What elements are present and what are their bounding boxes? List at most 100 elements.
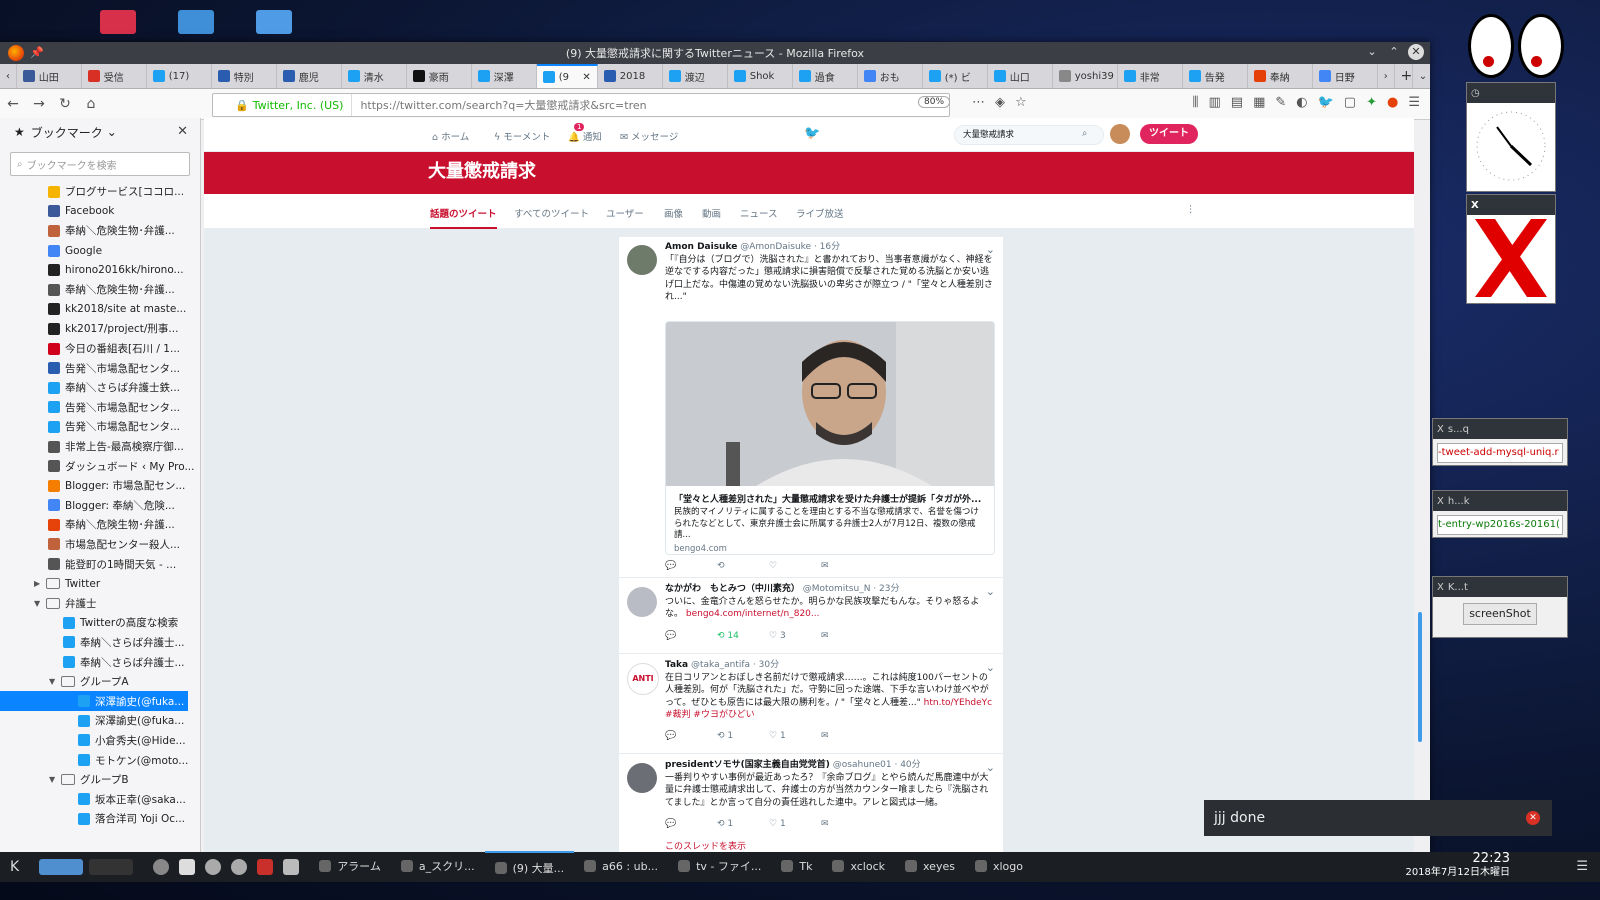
bookmark-item[interactable]: 告発＼市場急配センタ...	[0, 417, 200, 437]
home-button[interactable]: ⌂	[78, 96, 104, 112]
tweet-item[interactable]: ANTI Taka @taka_antifa · 30分 在日コリアンとおぼしき…	[619, 655, 1003, 754]
bookmark-item[interactable]: 奉納＼さらば弁護士...	[0, 633, 200, 653]
side-window-2-titlebar[interactable]: Xh...k	[1433, 491, 1567, 511]
retweet-icon[interactable]: ⟲ 14	[717, 631, 769, 641]
like-icon[interactable]: ♡ 1	[769, 731, 821, 741]
reload-button[interactable]: ↻	[52, 96, 78, 112]
side-window-1-titlebar[interactable]: Xs...q	[1433, 419, 1567, 439]
browser-tab[interactable]: yoshi39	[1053, 64, 1118, 88]
tree-arrow-icon[interactable]: ▼	[34, 599, 46, 608]
bookmark-item[interactable]: 今日の番組表[石川 / 1...	[0, 339, 200, 359]
taskbar-item[interactable]: xclock	[822, 851, 895, 881]
browser-tab[interactable]: (17)	[147, 64, 212, 88]
workspace-pager[interactable]	[29, 852, 143, 882]
extension-clipboard-icon[interactable]: ▢	[1344, 95, 1356, 110]
search-tab[interactable]: ユーザー	[606, 206, 644, 220]
bookmark-folder[interactable]: ▼ グループB	[0, 770, 200, 790]
extension-twitter-icon[interactable]: 🐦	[1318, 95, 1334, 110]
tree-arrow-icon[interactable]: ▼	[49, 775, 61, 784]
bookmark-item[interactable]: 坂本正幸(@saka...	[0, 789, 200, 809]
sidebar-toggle-icon[interactable]: ▥	[1208, 95, 1220, 110]
extension-evernote-icon[interactable]: ◐	[1296, 95, 1307, 110]
tweet-item[interactable]: なかがわ もとみつ（中川素充） @Motomitsu_N · 23分 ついに、金…	[619, 579, 1003, 654]
extension-pen-icon[interactable]: ✎	[1275, 95, 1286, 110]
bookmark-item[interactable]: 奉納＼さらば弁護士鉄...	[0, 378, 200, 398]
nav-home[interactable]: ⌂ ホーム	[432, 129, 469, 143]
user-avatar[interactable]	[1110, 124, 1130, 144]
bookmark-item[interactable]: 奉納＼危険生物･弁護...	[0, 221, 200, 241]
bookmark-item[interactable]: ブログサービス[ココロ...	[0, 182, 200, 202]
search-tab[interactable]: 動画	[702, 206, 721, 220]
library-icon[interactable]: ⫼	[1192, 95, 1198, 110]
browser-tab[interactable]: おも	[858, 64, 923, 88]
extension-firefox-icon[interactable]: ●	[1387, 95, 1398, 110]
tweet-author-name[interactable]: Amon Daisuke	[665, 242, 737, 252]
dm-icon[interactable]: ✉	[821, 561, 873, 571]
side-window-1[interactable]: Xs...q -tweet-add-mysql-uniq.r	[1432, 418, 1568, 466]
zoom-indicator[interactable]: 80%	[918, 96, 951, 108]
desktop-icon-folder[interactable]	[178, 10, 214, 34]
xlogo-titlebar[interactable]: X xlogo	[1467, 195, 1555, 215]
desktop-icon-red[interactable]	[100, 10, 136, 34]
notification-toast[interactable]: jjj done ✕	[1204, 800, 1552, 836]
browser-tab[interactable]: 奉納	[1248, 64, 1313, 88]
bookmark-item[interactable]: 非常上告-最高検察庁御...	[0, 437, 200, 457]
bookmark-item[interactable]: kk2018/site at maste...	[0, 300, 200, 320]
tree-arrow-icon[interactable]: ▼	[49, 677, 61, 686]
dm-icon[interactable]: ✉	[821, 819, 873, 829]
tweet-author-name[interactable]: presidentソモサ(国家主義自由党党首)	[665, 760, 830, 770]
xclock-window[interactable]: ◷ xclock	[1466, 82, 1556, 192]
search-icon[interactable]: ⌕	[1082, 128, 1087, 139]
bookmark-item[interactable]: 深澤諭史(@fuka...	[0, 711, 200, 731]
bookmark-item[interactable]: Blogger: 奉納＼危険...	[0, 496, 200, 516]
window-titlebar[interactable]: 📌 (9) 大量懲戒請求に関するTwitterニュース - Mozilla Fi…	[0, 42, 1430, 64]
tree-arrow-icon[interactable]: ▶	[34, 579, 46, 588]
sidebar-header[interactable]: ★ ブックマーク ⌄ ✕	[0, 118, 200, 146]
bookmark-item[interactable]: 落合洋司 Yoji Oc...	[0, 809, 200, 829]
bookmark-item[interactable]: 告発＼市場急配センタ...	[0, 358, 200, 378]
bookmark-item[interactable]: kk2017/project/刑事...	[0, 319, 200, 339]
close-tab-icon[interactable]: ✕	[582, 72, 590, 83]
bookmark-item[interactable]: 奉納＼危険生物･弁護...	[0, 515, 200, 535]
extension-green-icon[interactable]: ✦	[1366, 95, 1377, 110]
bookmark-item[interactable]: 告発＼市場急配センタ...	[0, 398, 200, 418]
bookmark-item[interactable]: 能登町の1時間天気 - ...	[0, 554, 200, 574]
search-tab[interactable]: 画像	[664, 206, 683, 220]
side-window-1-input[interactable]: -tweet-add-mysql-uniq.r	[1437, 443, 1563, 463]
tweet-handle[interactable]: @osahune01 · 40分	[833, 760, 921, 770]
pocket-icon[interactable]: ◈	[995, 95, 1005, 110]
minimize-button[interactable]: ⌄	[1364, 44, 1380, 60]
launcher-icons[interactable]	[143, 852, 309, 882]
like-icon[interactable]: ♡ 1	[769, 819, 821, 829]
url-text[interactable]: https://twitter.com/search?q=大量懲戒請求&src=…	[352, 97, 646, 113]
taskbar-item[interactable]: xlogo	[965, 851, 1033, 881]
search-tab[interactable]: ライブ放送	[796, 206, 844, 220]
taskbar-item[interactable]: アラーム	[309, 851, 391, 881]
bookmark-search-input[interactable]: ⌕ ブックマークを検索	[10, 152, 190, 176]
side-window-3-titlebar[interactable]: X K...t	[1433, 577, 1567, 597]
hamburger-menu-icon[interactable]: ☰	[1408, 95, 1420, 110]
browser-tab[interactable]: 清水	[342, 64, 407, 88]
tab-scroll-left[interactable]: ‹	[0, 64, 17, 88]
tab-list-dropdown[interactable]: ⌄	[1413, 64, 1430, 88]
extension-grid-icon[interactable]: ▦	[1253, 95, 1265, 110]
side-window-2-input[interactable]: t-entry-wp2016s-20161(	[1437, 515, 1563, 535]
tweet-item[interactable]: presidentソモサ(国家主義自由党党首) @osahune01 · 40分…	[619, 755, 1003, 865]
dm-icon[interactable]: ✉	[821, 731, 873, 741]
tweet-author-name[interactable]: なかがわ もとみつ（中川素充）	[665, 584, 800, 594]
search-tab[interactable]: 話題のツイート	[430, 206, 497, 229]
browser-tab[interactable]: 山田	[17, 64, 82, 88]
tweet-handle[interactable]: @taka_antifa · 30分	[691, 660, 779, 670]
tweet-link[interactable]: bengo4.com/internet/n_820...	[686, 609, 820, 619]
retweet-icon[interactable]: ⟲ 1	[717, 731, 769, 741]
new-tab-button[interactable]: +	[1395, 64, 1413, 88]
desktop-icon-window[interactable]	[256, 10, 292, 34]
maximize-button[interactable]: ⌃	[1386, 44, 1402, 60]
xlogo-window[interactable]: X xlogo	[1466, 194, 1556, 304]
pin-icon[interactable]: 📌	[30, 46, 44, 59]
chevron-down-icon[interactable]: ⌄	[986, 243, 995, 256]
bookmark-star-icon[interactable]: ☆	[1015, 95, 1027, 110]
tweet-avatar[interactable]	[627, 245, 657, 275]
retweet-icon[interactable]: ⟲ 1	[717, 819, 769, 829]
system-clock[interactable]: 22:23 2018年7月12日木曜日	[1405, 852, 1510, 880]
